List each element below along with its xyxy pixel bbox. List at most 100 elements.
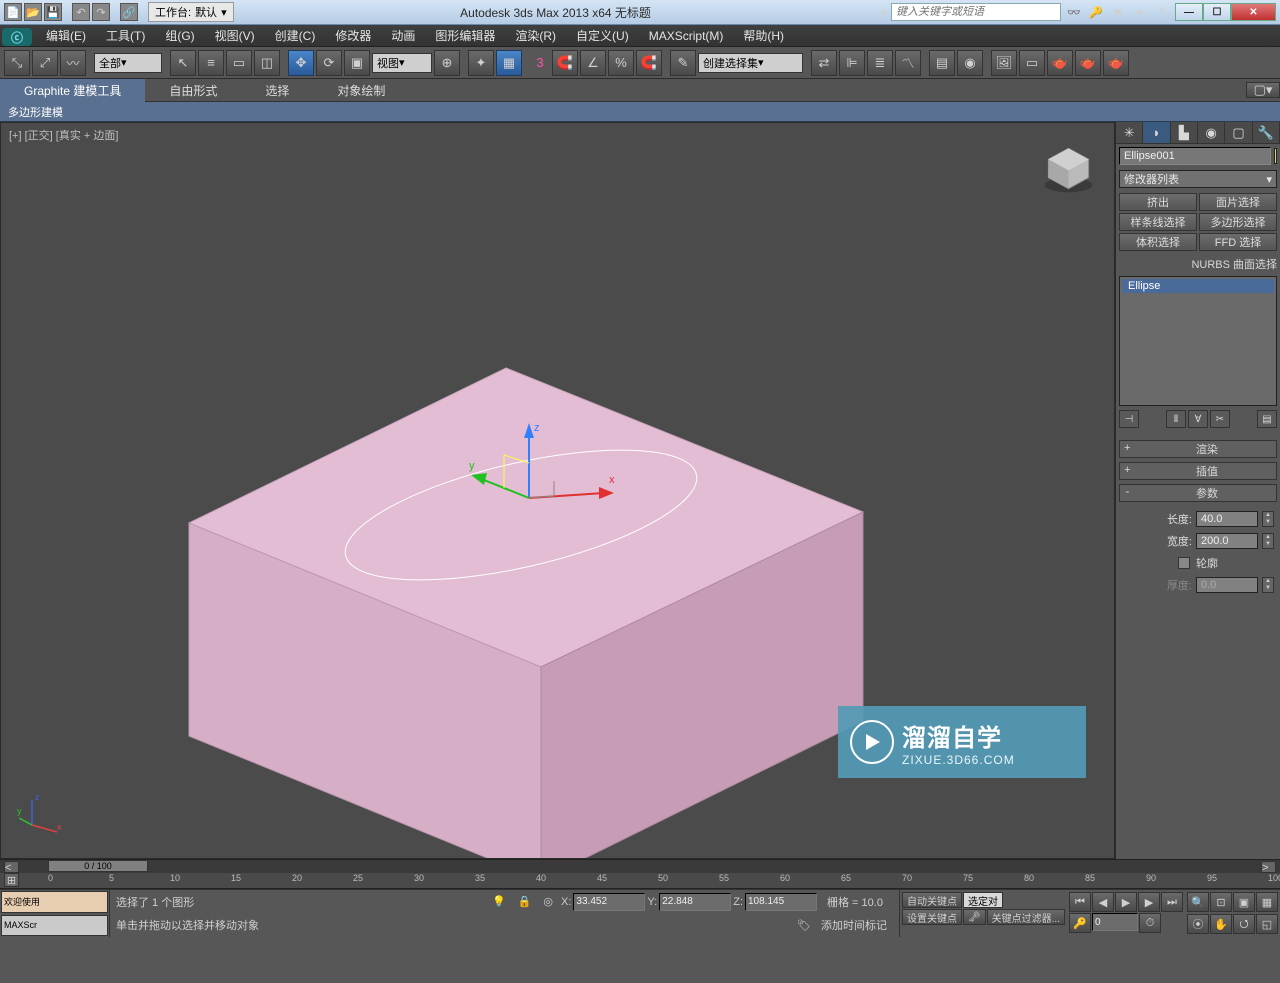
zoom-icon[interactable]: 🔍 [1187,892,1209,912]
rollout-render[interactable]: +渲染 [1119,440,1277,458]
width-spin-buttons[interactable]: ▲▼ [1262,533,1274,549]
welcome-tab[interactable]: 欢迎使用 [1,891,108,913]
width-spinner[interactable]: 200.0 [1196,533,1258,549]
menu-graph[interactable]: 图形编辑器 [425,27,505,44]
bind-space-icon[interactable]: 〰 [60,50,86,76]
create-tab-icon[interactable]: ✳ [1116,122,1143,143]
render-iter-icon[interactable]: 🫖 [1075,50,1101,76]
length-spinner[interactable]: 40.0 [1196,511,1258,527]
object-color-swatch[interactable] [1274,148,1277,164]
time-slider-bar[interactable]: < 0 / 100 > [0,859,1280,873]
selection-filter[interactable]: 全部 ▾ [94,53,162,73]
select-link-icon[interactable]: ⤡ [4,50,30,76]
menu-tools[interactable]: 工具(T) [96,27,155,44]
btn-volsel[interactable]: 体积选择 [1119,233,1197,251]
render-prod-icon[interactable]: 🫖 [1047,50,1073,76]
redo-icon[interactable]: ↷ [92,3,110,21]
curve-editor-icon[interactable]: 〽 [895,50,921,76]
open-icon[interactable]: 📂 [24,3,42,21]
named-selection-sets[interactable]: 创建选择集 ▾ [698,53,803,73]
percent-snap-icon[interactable]: % [608,50,634,76]
autokey-button[interactable]: 自动关键点 [902,892,962,908]
move-icon[interactable]: ✥ [288,50,314,76]
orbit-icon[interactable]: ⭯ [1233,914,1255,934]
layers-icon[interactable]: ≣ [867,50,893,76]
object-name-field[interactable] [1119,147,1271,165]
search-icon[interactable]: 👓 [1065,3,1083,21]
menu-modifier[interactable]: 修改器 [325,27,381,44]
app-menu-icon[interactable]: ⓒ [2,28,32,46]
y-coordinate[interactable]: 22.848 [659,893,731,911]
schematic-icon[interactable]: ▤ [929,50,955,76]
menu-help[interactable]: 帮助(H) [733,27,794,44]
maxscript-mini[interactable]: MAXScr [1,915,108,937]
region-rect-icon[interactable]: ▭ [226,50,252,76]
time-slider-right-icon[interactable]: > [1261,861,1276,873]
remove-mod-icon[interactable]: ✂ [1210,410,1230,428]
undo-icon[interactable]: ↶ [72,3,90,21]
zoom-extents-all-icon[interactable]: ▦ [1256,892,1278,912]
edit-named-sel-icon[interactable]: ✎ [670,50,696,76]
menu-edit[interactable]: 编辑(E) [36,27,96,44]
key-icon[interactable]: 🔑 [1087,3,1105,21]
menu-animation[interactable]: 动画 [381,27,425,44]
goto-end-icon[interactable]: ⏭ [1161,892,1183,912]
time-config-icon[interactable]: ⏱ [1139,913,1161,933]
show-result-icon[interactable]: Ⅱ [1166,410,1186,428]
display-tab-icon[interactable]: ▢ [1225,122,1252,143]
stack-ellipse[interactable]: Ellipse [1122,279,1274,293]
ribbon-expand-icon[interactable]: ▢▾ [1246,82,1280,98]
rollout-params[interactable]: -参数 [1119,484,1277,502]
help-icon[interactable]: ? [1153,3,1171,21]
motion-tab-icon[interactable]: ◉ [1198,122,1225,143]
ribbon-tab-select[interactable]: 选择 [241,79,313,102]
goto-start-icon[interactable]: ⏮ [1069,892,1091,912]
lock2-icon[interactable]: 🔒 [512,895,538,908]
x-coordinate[interactable]: 33.452 [573,893,645,911]
ref-coord-system[interactable]: 视图 ▾ [372,53,432,73]
rollout-interp[interactable]: +插值 [1119,462,1277,480]
modifier-stack[interactable]: Ellipse [1119,276,1277,406]
align-icon[interactable]: ⊫ [839,50,865,76]
menu-view[interactable]: 视图(V) [205,27,265,44]
z-coordinate[interactable]: 108.145 [745,893,817,911]
prev-frame-icon[interactable]: ◀ [1092,892,1114,912]
viewport[interactable]: [+] [正交] [真实 + 边面] x [0,122,1115,859]
menu-render[interactable]: 渲染(R) [505,27,566,44]
zoom-extents-icon[interactable]: ▣ [1233,892,1255,912]
hierarchy-tab-icon[interactable]: ▙ [1171,122,1198,143]
modify-tab-icon[interactable]: ◗ [1143,122,1170,143]
track-bar-ruler[interactable]: ⊞ 05101520253035404550556065707580859095… [0,873,1280,889]
ribbon-tab-paint[interactable]: 对象绘制 [313,79,409,102]
window-crossing-icon[interactable]: ◫ [254,50,280,76]
isolate-icon[interactable]: ◎ [537,895,559,908]
pan-icon[interactable]: ✋ [1210,914,1232,934]
maximize-button[interactable]: ☐ [1203,3,1231,21]
rotate-icon[interactable]: ⟳ [316,50,342,76]
render-active-icon[interactable]: 🫖 [1103,50,1129,76]
snap-toggle-3-icon[interactable]: 3 [530,50,550,76]
keyboard-shortcut-icon[interactable]: ▦ [496,50,522,76]
unique-icon[interactable]: ∀ [1188,410,1208,428]
link-icon[interactable]: 🔗 [120,3,138,21]
btn-patchsel[interactable]: 面片选择 [1199,193,1277,211]
infocenter-arrow-icon[interactable]: ▸ [881,6,887,19]
menu-maxscript[interactable]: MAXScript(M) [639,29,734,43]
exchange-icon[interactable]: ✖ [1109,3,1127,21]
select-name-icon[interactable]: ≡ [198,50,224,76]
workspace-selector[interactable]: 工作台: 默认 ▾ [148,2,234,22]
select-icon[interactable]: ↖ [170,50,196,76]
add-time-tag[interactable]: 添加时间标记 [815,917,893,933]
thickness-spinner[interactable]: 0.0 [1196,577,1258,593]
time-slider-left-icon[interactable]: < [4,861,19,873]
manipulate-icon[interactable]: ✦ [468,50,494,76]
close-button[interactable]: ✕ [1231,3,1276,21]
key-mode-icon[interactable]: 🔑 [1069,913,1091,933]
unlink-icon[interactable]: ⤢ [32,50,58,76]
minimize-button[interactable]: — [1175,3,1203,21]
nurbs-button[interactable]: NURBS 曲面选择 [1116,254,1280,274]
length-spin-buttons[interactable]: ▲▼ [1262,511,1274,527]
new-icon[interactable]: 📄 [4,3,22,21]
viewcube[interactable] [1041,141,1096,196]
angle-snap-icon[interactable]: ∠ [580,50,606,76]
